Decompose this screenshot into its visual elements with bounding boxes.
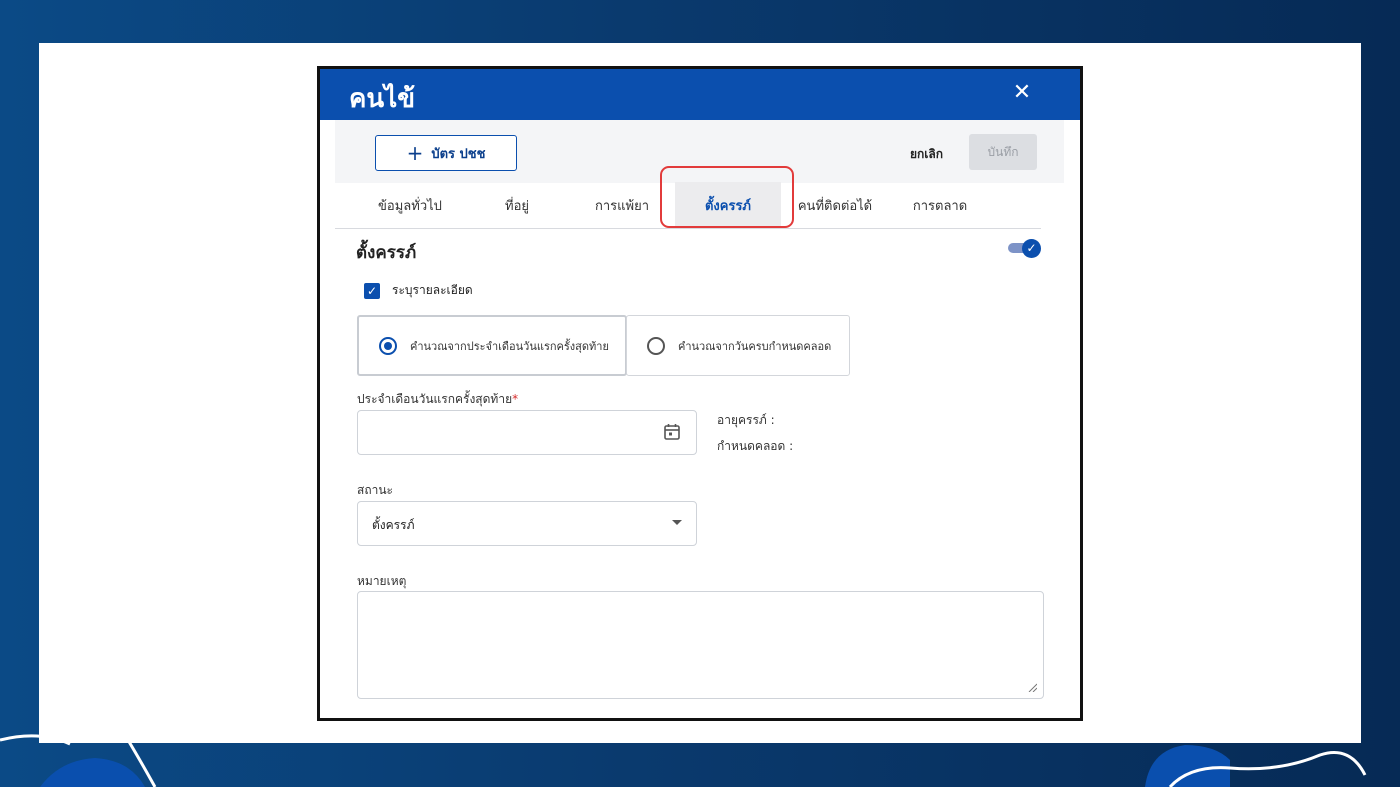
calc-option-due-date[interactable]: คำนวณจากวันครบกำหนดคลอด	[626, 315, 850, 376]
status-select[interactable]: ตั้งครรภ์	[357, 501, 697, 546]
section-title: ตั้งครรภ์	[356, 243, 417, 263]
note-textarea[interactable]	[357, 591, 1044, 699]
due-date-label: กำหนดคลอด :	[717, 439, 794, 453]
check-icon: ✓	[1022, 239, 1041, 258]
radio-lmp[interactable]	[379, 336, 397, 355]
dialog-title: คนไข้	[349, 84, 416, 114]
id-card-button[interactable]: + บัตร ปชช	[375, 135, 517, 171]
calc-option-due-date-label: คำนวณจากวันครบกำหนดคลอด	[678, 339, 832, 353]
calendar-icon[interactable]	[664, 423, 680, 440]
specify-details-checkbox-row[interactable]: ✓ ระบุรายละเอียด	[364, 281, 473, 300]
specify-details-label: ระบุรายละเอียด	[392, 283, 473, 297]
lmp-date-input[interactable]	[357, 410, 697, 455]
specify-details-checkbox[interactable]: ✓	[364, 282, 380, 299]
resize-grip-icon[interactable]	[1027, 682, 1037, 692]
patient-dialog: คนไข้ ✕ + บัตร ปชช ยกเลิก บันทึก ข้อมูลท…	[317, 66, 1083, 721]
status-label: สถานะ	[357, 483, 393, 497]
lmp-label: ประจำเดือนวันแรกครั้งสุดท้าย*	[357, 390, 518, 409]
cancel-button[interactable]: ยกเลิก	[910, 145, 943, 164]
active-tab-highlight	[660, 166, 794, 228]
gestational-age-label: อายุครรภ์ :	[717, 413, 775, 427]
required-mark: *	[512, 392, 519, 406]
tab-contacts[interactable]: คนที่ติดต่อได้	[781, 182, 889, 228]
calc-option-lmp[interactable]: คำนวณจากประจำเดือนวันแรกครั้งสุดท้าย	[357, 315, 627, 376]
pregnancy-toggle[interactable]: ✓	[1008, 239, 1042, 258]
radio-due-date[interactable]	[647, 336, 665, 355]
dialog-header: คนไข้ ✕	[320, 69, 1080, 120]
status-select-value: ตั้งครรภ์	[372, 518, 415, 532]
tab-address[interactable]: ที่อยู่	[471, 182, 563, 228]
tab-marketing[interactable]: การตลาด	[889, 182, 991, 228]
plus-icon: +	[406, 141, 424, 165]
close-icon[interactable]: ✕	[1010, 81, 1034, 105]
save-button[interactable]: บันทึก	[969, 134, 1037, 170]
id-card-button-label: บัตร ปชช	[431, 146, 486, 162]
lmp-label-text: ประจำเดือนวันแรกครั้งสุดท้าย	[357, 392, 513, 406]
tab-general[interactable]: ข้อมูลทั่วไป	[349, 182, 471, 228]
caret-down-icon	[672, 520, 682, 525]
calc-option-lmp-label: คำนวณจากประจำเดือนวันแรกครั้งสุดท้าย	[410, 339, 609, 353]
note-label: หมายเหตุ	[357, 574, 407, 588]
